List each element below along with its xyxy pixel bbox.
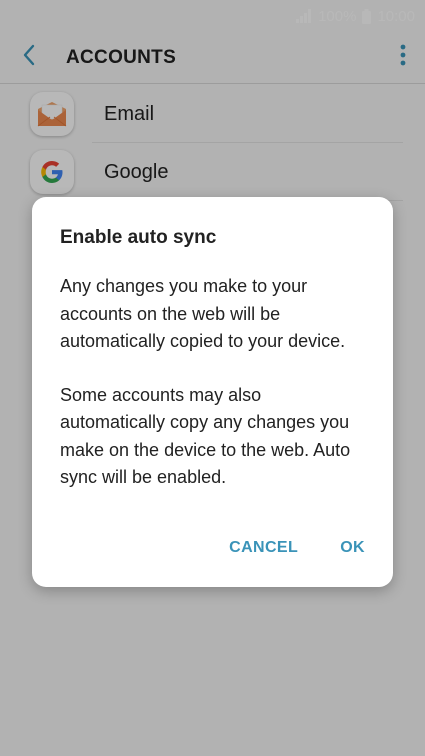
dialog-message-1: Any changes you make to your accounts on…: [60, 276, 346, 351]
dialog-actions: CANCEL OK: [229, 539, 365, 557]
ok-button[interactable]: OK: [340, 539, 365, 557]
auto-sync-dialog: Enable auto sync Any changes you make to…: [32, 197, 393, 587]
dialog-message-2: Some accounts may also automatically cop…: [60, 384, 351, 488]
dialog-title: Enable auto sync: [60, 227, 217, 248]
dialog-body: Any changes you make to your accounts on…: [60, 273, 365, 492]
cancel-button[interactable]: CANCEL: [229, 539, 298, 557]
